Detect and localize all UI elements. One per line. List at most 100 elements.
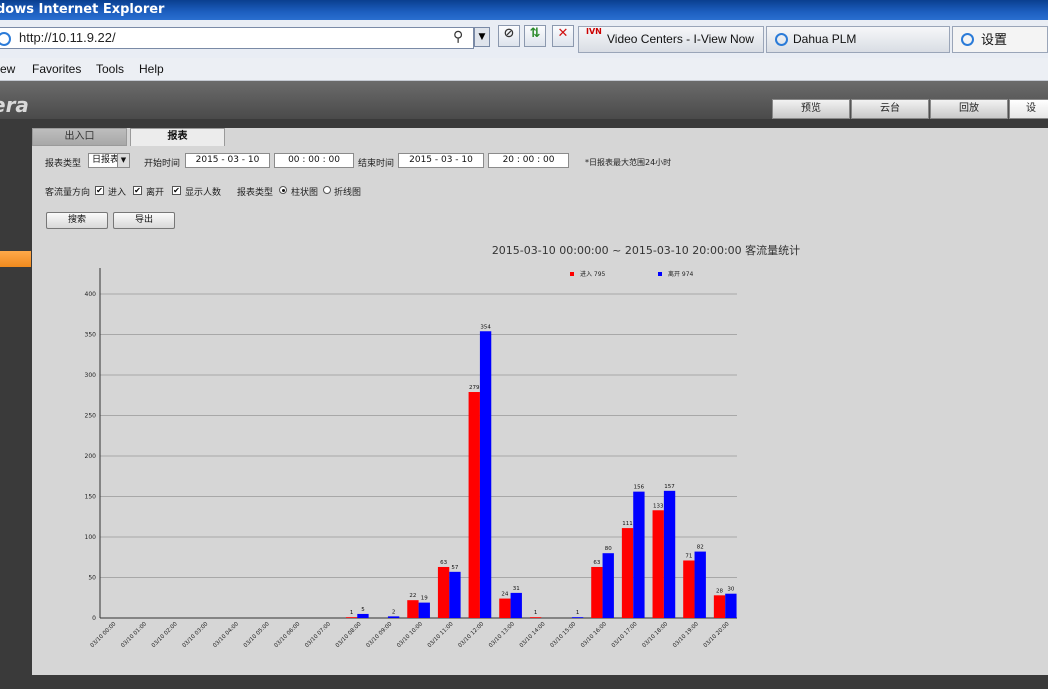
x-tick-label: 03/10 03:00 (181, 621, 209, 649)
data-label: 156 (634, 485, 645, 491)
bar (694, 551, 706, 618)
ie-icon (0, 32, 11, 46)
y-tick-label: 50 (88, 575, 96, 582)
data-label: 63 (440, 560, 447, 566)
ie-icon (961, 33, 974, 46)
menu-bar: ew Favorites Tools Help (0, 58, 1048, 81)
tab-settings[interactable]: 设 (1009, 99, 1048, 119)
traffic-bar-chart: 2015-03-10 00:00:00 ~ 2015-03-10 20:00:0… (85, 243, 801, 649)
y-tick-label: 400 (85, 291, 97, 298)
x-tick-label: 03/10 01:00 (120, 621, 148, 649)
menu-item-view[interactable]: ew (0, 62, 15, 76)
bar (387, 616, 400, 618)
data-label: 80 (605, 546, 612, 552)
bar (407, 600, 419, 618)
data-label: 82 (697, 545, 704, 551)
data-label: 133 (653, 503, 664, 509)
x-tick-label: 03/10 14:00 (519, 621, 547, 649)
address-toolbar: http://10.11.9.22/ ⚲ ▼ ⊘ ⇅ ✕ IVN Video C… (0, 20, 1048, 59)
data-label: 1 (576, 610, 580, 616)
bar (468, 392, 480, 618)
x-tick-label: 03/10 04:00 (212, 621, 240, 649)
y-tick-label: 200 (85, 453, 97, 460)
report-panel: 出入口 报表 报表类型 日报表 ▼ 开始时间 2015 - 03 - 10 00… (32, 128, 1048, 675)
bar (652, 510, 664, 618)
bar (418, 602, 430, 618)
refresh-button[interactable]: ⇅ (524, 25, 546, 47)
legend-swatch (570, 272, 574, 276)
bar (479, 331, 492, 618)
x-tick-label: 03/10 00:00 (90, 621, 118, 649)
address-dropdown-button[interactable]: ▼ (474, 27, 490, 47)
x-tick-label: 03/10 09:00 (365, 621, 393, 649)
brand-logo: era (0, 93, 29, 117)
browser-tab-label: 设置 (981, 32, 1008, 47)
bar (713, 595, 726, 618)
x-tick-label: 03/10 12:00 (457, 621, 485, 649)
y-tick-label: 0 (92, 615, 96, 622)
menu-item-tools[interactable]: Tools (96, 62, 124, 76)
browser-tab-dahua-plm[interactable]: Dahua PLM (766, 26, 950, 53)
bar (437, 566, 450, 618)
window-title: dows Internet Explorer (0, 2, 165, 17)
x-tick-label: 03/10 16:00 (580, 621, 608, 649)
data-label: 279 (469, 385, 480, 391)
chart-title: 2015-03-10 00:00:00 ~ 2015-03-10 20:00:0… (492, 243, 800, 257)
close-icon[interactable]: ✕ (552, 25, 574, 47)
data-label: 31 (513, 586, 520, 592)
sidebar-selected-item[interactable] (0, 251, 31, 267)
data-label: 1 (534, 610, 538, 616)
legend-label: 进入 795 (580, 270, 606, 278)
app-header: era 预览 云台 回放 设 (0, 81, 1048, 119)
y-tick-label: 350 (85, 332, 97, 339)
x-tick-label: 03/10 11:00 (427, 621, 455, 649)
y-tick-label: 100 (85, 534, 97, 541)
bar (510, 592, 522, 618)
data-label: 71 (685, 553, 692, 559)
data-label: 63 (593, 560, 600, 566)
data-label: 2 (392, 609, 396, 615)
window-title-bar: dows Internet Explorer (0, 0, 1048, 20)
y-tick-label: 150 (85, 494, 97, 501)
ie-icon (775, 33, 788, 46)
ivn-logo-icon: IVN (586, 27, 602, 36)
data-label: 1 (350, 610, 354, 616)
data-label: 22 (409, 593, 416, 599)
menu-item-favorites[interactable]: Favorites (32, 62, 81, 76)
address-url[interactable]: http://10.11.9.22/ (19, 30, 116, 45)
x-tick-label: 03/10 18:00 (641, 621, 669, 649)
bar (591, 566, 603, 618)
data-label: 24 (501, 592, 508, 598)
tab-preview[interactable]: 预览 (772, 99, 850, 119)
x-tick-label: 03/10 13:00 (488, 621, 516, 649)
x-tick-label: 03/10 20:00 (703, 621, 731, 649)
browser-tab-settings[interactable]: 设置 (952, 26, 1048, 53)
bar (663, 490, 676, 618)
bar (449, 571, 461, 618)
x-tick-label: 03/10 15:00 (549, 621, 577, 649)
data-label: 157 (664, 484, 675, 490)
x-tick-label: 03/10 19:00 (672, 621, 700, 649)
data-label: 30 (727, 587, 734, 593)
address-bar[interactable]: http://10.11.9.22/ ⚲ (0, 27, 474, 49)
bar (345, 617, 358, 618)
x-tick-label: 03/10 10:00 (396, 621, 424, 649)
x-tick-label: 03/10 17:00 (611, 621, 639, 649)
bar (621, 528, 634, 618)
bar (357, 613, 369, 618)
data-label: 28 (716, 588, 723, 594)
bar (571, 617, 584, 618)
tab-ptz[interactable]: 云台 (851, 99, 929, 119)
browser-tab-label: Dahua PLM (793, 32, 857, 46)
data-label: 111 (622, 521, 633, 527)
tab-playback[interactable]: 回放 (930, 99, 1008, 119)
browser-tab-video-centers[interactable]: IVN Video Centers - I-View Now (578, 26, 764, 53)
y-tick-label: 250 (85, 413, 97, 420)
bar (683, 560, 695, 618)
bar (633, 491, 645, 618)
data-label: 19 (421, 596, 428, 602)
data-label: 57 (451, 565, 458, 571)
menu-item-help[interactable]: Help (139, 62, 164, 76)
stop-loading-icon[interactable]: ⊘ (498, 25, 520, 47)
search-icon[interactable]: ⚲ (453, 29, 463, 45)
